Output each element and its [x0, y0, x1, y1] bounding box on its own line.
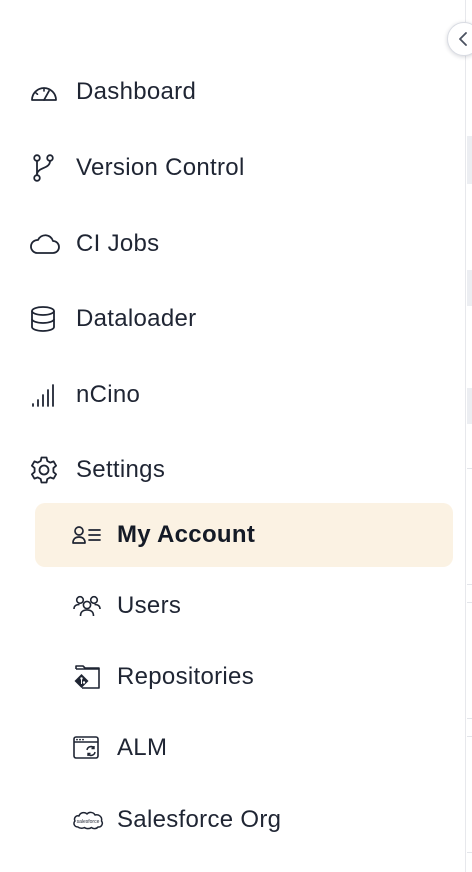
sidebar-subitem-alm[interactable]: ALM: [35, 716, 453, 780]
content-row-block: [467, 136, 472, 184]
content-divider: [467, 736, 472, 737]
gauge-icon: [29, 76, 61, 108]
salesforce-logo-text: salesforce: [77, 819, 100, 825]
sidebar-subitem-label: My Account: [117, 521, 256, 548]
git-branch-icon: [29, 152, 61, 184]
sidebar-item-label: CI Jobs: [76, 230, 160, 257]
content-divider: [467, 852, 472, 853]
signal-bars-icon: [29, 379, 61, 411]
sidebar-item-label: Settings: [76, 456, 166, 483]
sidebar-item-ncino[interactable]: nCino: [29, 375, 140, 415]
collapse-sidebar-button[interactable]: [447, 22, 472, 56]
sidebar-item-ci-jobs[interactable]: CI Jobs: [29, 224, 159, 264]
sidebar-subitem-label: Repositories: [117, 663, 254, 690]
content-divider: [467, 602, 472, 603]
database-icon: [29, 303, 61, 335]
sidebar-subitem-repositories[interactable]: Repositories: [35, 645, 453, 709]
users-icon: [72, 590, 104, 622]
content-row-block: [467, 388, 472, 424]
sidebar-item-label: Dashboard: [76, 78, 197, 105]
app-window: Dashboard Version Control CI Jobs Datalo…: [0, 0, 472, 872]
sidebar-item-label: nCino: [76, 381, 141, 408]
sidebar-item-dashboard[interactable]: Dashboard: [29, 72, 196, 112]
sidebar-subitem-users[interactable]: Users: [35, 574, 453, 638]
sidebar-item-version-control[interactable]: Version Control: [29, 148, 245, 188]
repository-icon: [72, 661, 104, 693]
user-list-icon: [72, 519, 104, 551]
content-row-block: [467, 270, 472, 306]
content-divider: [467, 468, 472, 469]
sidebar-item-dataloader[interactable]: Dataloader: [29, 299, 196, 339]
content-divider: [467, 718, 472, 719]
content-divider: [467, 584, 472, 585]
cloud-icon: [29, 228, 61, 260]
browser-sync-icon: [72, 732, 104, 764]
chevron-left-icon: [458, 32, 470, 46]
sidebar-subitem-salesforce-org[interactable]: salesforce Salesforce Org: [35, 788, 453, 852]
sidebar-subitem-label: ALM: [117, 734, 168, 761]
gear-icon: [29, 454, 61, 486]
sidebar-item-label: Version Control: [76, 154, 245, 181]
sidebar-item-label: Dataloader: [76, 305, 197, 332]
sidebar-subitem-label: Salesforce Org: [117, 806, 282, 833]
sidebar-item-settings[interactable]: Settings: [29, 450, 165, 490]
sidebar-subitem-my-account[interactable]: My Account: [35, 503, 453, 567]
main-content-edge: [465, 0, 472, 872]
sidebar-subitem-label: Users: [117, 592, 182, 619]
salesforce-cloud-icon: salesforce: [72, 804, 104, 836]
